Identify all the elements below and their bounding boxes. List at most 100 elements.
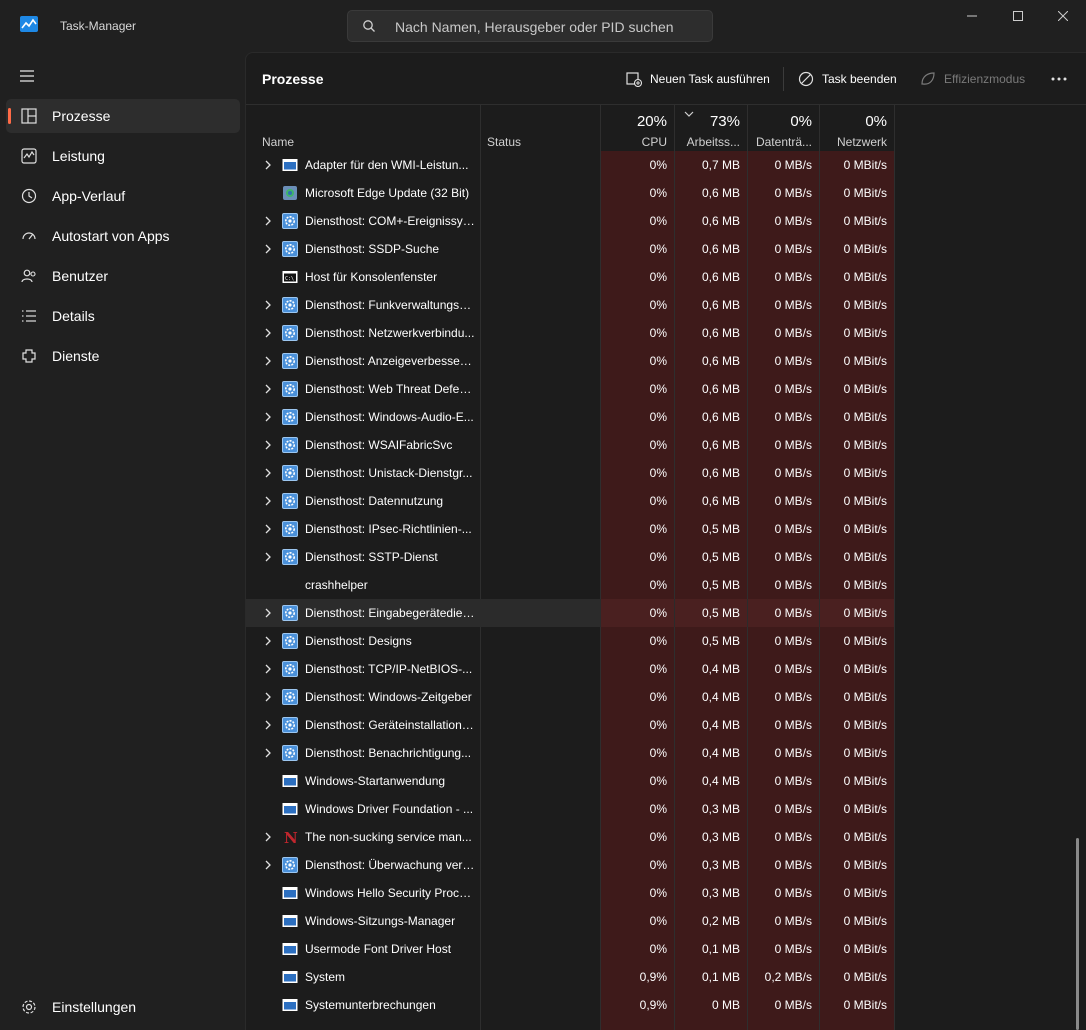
chevron-right-icon[interactable] xyxy=(263,299,273,311)
close-button[interactable] xyxy=(1040,0,1086,32)
process-row[interactable]: Diensthost: Benachrichtigung... 0% 0,4 MB 0… xyxy=(246,739,894,767)
process-row[interactable]: Diensthost: Funkverwaltungsd... 0% 0,6 MB 0… xyxy=(246,291,894,319)
process-row[interactable]: Diensthost: Windows-Zeitgeber 0% 0,4 MB 0 M… xyxy=(246,683,894,711)
disk-value: 0 MB/s xyxy=(748,319,819,347)
chevron-right-icon[interactable] xyxy=(263,859,273,871)
process-row[interactable]: Diensthost: Geräteinstallations... 0% 0,4 … xyxy=(246,711,894,739)
chevron-right-icon[interactable] xyxy=(263,663,273,675)
process-row[interactable]: Diensthost: Unistack-Dienstgr... 0% 0,6 MB… xyxy=(246,459,894,487)
minimize-button[interactable] xyxy=(949,0,995,32)
chevron-right-icon[interactable] xyxy=(263,523,273,535)
nav-label: Leistung xyxy=(52,148,105,164)
chevron-right-icon[interactable] xyxy=(263,607,273,619)
process-row[interactable]: Diensthost: IPsec-Richtlinien-... 0% 0,5 M… xyxy=(246,515,894,543)
process-row[interactable]: Windows-Startanwendung 0% 0,4 MB 0 MB/s 0 MB… xyxy=(246,767,894,795)
process-row[interactable]: N The non-sucking service man... 0% 0,3 MB 0… xyxy=(246,823,894,851)
chevron-right-icon[interactable] xyxy=(263,551,273,563)
nav-item-leistung[interactable]: Leistung xyxy=(6,139,240,173)
maximize-button[interactable] xyxy=(995,0,1041,32)
process-row[interactable]: System 0,9% 0,1 MB 0,2 MB/s 0 MBit/s xyxy=(246,963,894,991)
process-row[interactable]: Diensthost: WSAIFabricSvc 0% 0,6 MB 0 MB/s 0… xyxy=(246,431,894,459)
column-header-cpu[interactable]: 20% CPU xyxy=(601,111,674,153)
nav-item-dienste[interactable]: Dienste xyxy=(6,339,240,373)
process-row[interactable]: Diensthost: COM+-Ereignissys... 0% 0,6 MB 0… xyxy=(246,207,894,235)
column-header-status[interactable]: Status xyxy=(487,135,521,149)
console-icon: C:\ xyxy=(282,269,298,285)
network-label: Netzwerk xyxy=(836,135,887,149)
chevron-right-icon[interactable] xyxy=(263,383,273,395)
nav-item-benutzer[interactable]: Benutzer xyxy=(6,259,240,293)
memory-value: 0,3 MB xyxy=(675,823,747,851)
chevron-right-icon[interactable] xyxy=(263,411,273,423)
process-row[interactable]: Systemunterbrechungen 0,9% 0 MB 0 MB/s 0 MBi… xyxy=(246,991,894,1019)
process-row[interactable]: Diensthost: Datennutzung 0% 0,6 MB 0 MB/s 0 … xyxy=(246,487,894,515)
service-gear-icon xyxy=(282,717,298,733)
chevron-right-icon[interactable] xyxy=(263,243,273,255)
process-row[interactable]: Diensthost: Netzwerkverbindu... 0% 0,6 MB 0… xyxy=(246,319,894,347)
process-row[interactable]: Diensthost: Designs 0% 0,5 MB 0 MB/s 0 MBit/… xyxy=(246,627,894,655)
efficiency-mode-button[interactable]: Effizienzmodus xyxy=(920,65,1025,93)
process-row[interactable]: Usermode Font Driver Host 0% 0,1 MB 0 MB/s 0… xyxy=(246,935,894,963)
disk-value: 0 MB/s xyxy=(748,403,819,431)
chevron-right-icon[interactable] xyxy=(263,355,273,367)
chevron-right-icon[interactable] xyxy=(263,495,273,507)
disk-value: 0 MB/s xyxy=(748,207,819,235)
chevron-right-icon[interactable] xyxy=(263,831,273,843)
nav-item-einstellungen[interactable]: Einstellungen xyxy=(6,990,240,1024)
cpu-value: 0% xyxy=(601,375,674,403)
process-row[interactable]: crashhelper 0% 0,5 MB 0 MB/s 0 MBit/s xyxy=(246,571,894,599)
process-row[interactable]: Diensthost: Anzeigeverbesseru... 0% 0,6 MB… xyxy=(246,347,894,375)
toolbar-divider-line xyxy=(246,104,1086,105)
process-row[interactable]: Windows Hello Security Process 0% 0,3 MB 0 … xyxy=(246,879,894,907)
nav-item-app-verlauf[interactable]: App-Verlauf xyxy=(6,179,240,213)
chevron-right-icon[interactable] xyxy=(263,439,273,451)
hamburger-menu-button[interactable] xyxy=(18,66,38,86)
chevron-right-icon[interactable] xyxy=(263,159,273,171)
process-row[interactable]: Diensthost: Windows-Audio-E... 0% 0,6 MB 0 … xyxy=(246,403,894,431)
nav-item-details[interactable]: Details xyxy=(6,299,240,333)
process-row[interactable]: Windows Driver Foundation - ... 0% 0,3 MB 0… xyxy=(246,795,894,823)
memory-value: 0,6 MB xyxy=(675,347,747,375)
process-row[interactable]: Diensthost: Web Threat Defen... 0% 0,6 MB 0… xyxy=(246,375,894,403)
chevron-right-icon[interactable] xyxy=(263,327,273,339)
disk-value: 0 MB/s xyxy=(748,991,819,1019)
chevron-right-icon[interactable] xyxy=(263,747,273,759)
nav-label: App-Verlauf xyxy=(52,188,126,204)
column-header-memory[interactable]: 73% Arbeitss... xyxy=(675,111,747,153)
window-app-icon xyxy=(282,773,298,789)
process-row[interactable]: Diensthost: SSTP-Dienst 0% 0,5 MB 0 MB/s 0 M… xyxy=(246,543,894,571)
process-row[interactable]: Diensthost: SSDP-Suche 0% 0,6 MB 0 MB/s 0 MB… xyxy=(246,235,894,263)
process-row[interactable]: Diensthost: TCP/IP-NetBIOS-... 0% 0,4 MB 0 … xyxy=(246,655,894,683)
more-options-button[interactable] xyxy=(1050,65,1076,93)
network-value: 0 MBit/s xyxy=(820,459,894,487)
chevron-right-icon[interactable] xyxy=(263,719,273,731)
chevron-right-icon[interactable] xyxy=(263,215,273,227)
column-header-name[interactable]: Name xyxy=(262,135,294,149)
end-task-button[interactable]: Task beenden xyxy=(798,65,897,93)
vertical-scrollbar[interactable] xyxy=(1076,838,1079,1030)
process-row[interactable]: Adapter für den WMI-Leistun... 0% 0,7 MB 0 … xyxy=(246,151,894,179)
process-row[interactable]: Microsoft Edge Update (32 Bit) 0% 0,6 MB 0 … xyxy=(246,179,894,207)
process-name: Systemunterbrechungen xyxy=(305,998,436,1012)
column-header-disk[interactable]: 0% Datenträ... xyxy=(748,111,819,153)
window-app-icon xyxy=(282,157,298,173)
chevron-right-icon[interactable] xyxy=(263,691,273,703)
column-header-network[interactable]: 0% Netzwerk xyxy=(820,111,894,153)
process-row[interactable]: C:\ Host für Konsolenfenster 0% 0,6 MB 0 MB/… xyxy=(246,263,894,291)
window-app-icon xyxy=(282,941,298,957)
nav-item-autostart[interactable]: Autostart von Apps xyxy=(6,219,240,253)
cpu-value: 0,9% xyxy=(601,963,674,991)
process-name: Diensthost: Netzwerkverbindu... xyxy=(305,326,475,340)
nav-label: Prozesse xyxy=(52,108,111,124)
process-row[interactable]: Diensthost: Überwachung vert... 0% 0,3 MB 0… xyxy=(246,851,894,879)
new-task-button[interactable]: Neuen Task ausführen xyxy=(626,65,770,93)
search-input[interactable]: Nach Namen, Herausgeber oder PID suchen xyxy=(395,19,674,35)
startup-icon xyxy=(20,227,38,245)
nav-item-prozesse[interactable]: Prozesse xyxy=(6,99,240,133)
search-box[interactable]: Nach Namen, Herausgeber oder PID suchen xyxy=(347,10,713,42)
process-row[interactable]: Windows-Sitzungs-Manager 0% 0,2 MB 0 MB/s 0 … xyxy=(246,907,894,935)
chevron-right-icon[interactable] xyxy=(263,467,273,479)
disk-value: 0 MB/s xyxy=(748,711,819,739)
process-row[interactable]: Diensthost: Eingabegerätedienst 0% 0,5 MB 0… xyxy=(246,599,894,627)
chevron-right-icon[interactable] xyxy=(263,635,273,647)
